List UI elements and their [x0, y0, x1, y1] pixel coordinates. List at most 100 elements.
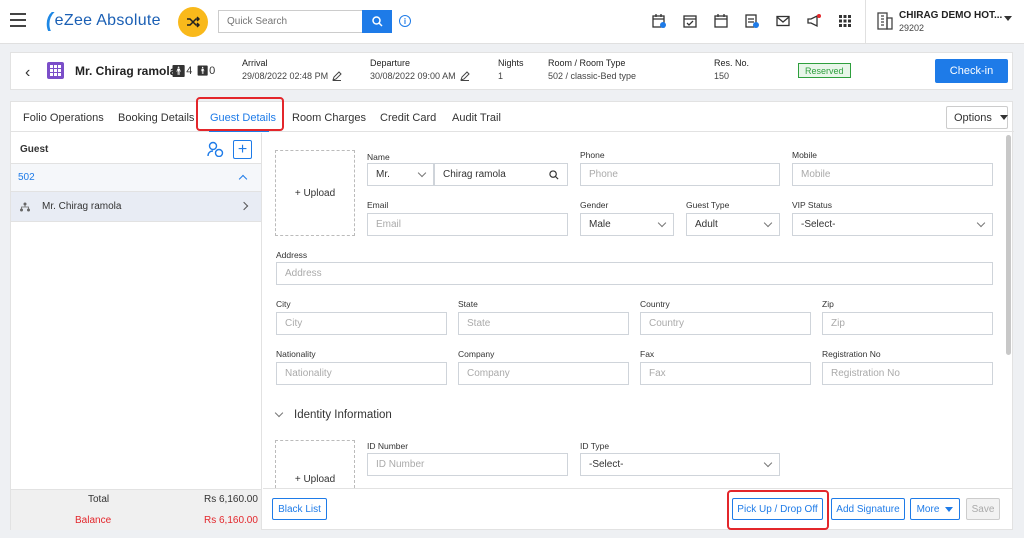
phone-input[interactable]: Phone — [580, 163, 780, 186]
email-input[interactable]: Email — [367, 213, 568, 236]
nationality-input[interactable]: Nationality — [276, 362, 447, 385]
arrival-datetime: 29/08/2022 02:48 PM — [242, 71, 329, 81]
fax-input[interactable]: Fax — [640, 362, 811, 385]
search-icon[interactable] — [549, 169, 559, 180]
app-logo[interactable]: ( eZee Absolute — [46, 10, 161, 32]
id-number-label: ID Number — [367, 441, 409, 451]
switch-property-button[interactable] — [178, 7, 208, 37]
invoice-icon[interactable] — [743, 12, 761, 30]
add-signature-button[interactable]: Add Signature — [831, 498, 905, 520]
id-photo-upload[interactable]: + Upload — [275, 440, 355, 488]
company-label: Company — [458, 349, 495, 359]
total-label: Total — [88, 494, 110, 505]
tab-booking-details[interactable]: Booking Details — [118, 112, 194, 124]
tab-bar: Folio Operations Booking Details Guest D… — [11, 97, 1014, 132]
check-in-button[interactable]: Check-in — [935, 59, 1008, 83]
hotel-name[interactable]: CHIRAG DEMO HOT... — [899, 10, 1002, 21]
state-input[interactable]: State — [458, 312, 629, 335]
calendar-icon[interactable] — [712, 12, 730, 30]
vip-status-select[interactable]: -Select- — [792, 213, 993, 236]
country-input[interactable]: Country — [640, 312, 811, 335]
tab-folio-operations[interactable]: Folio Operations — [23, 112, 104, 124]
reservation-summary-bar: ‹ Mr. Chirag ramola 🚹︎ 4 🚹︎ 0 Arrival 29… — [10, 52, 1013, 90]
quick-search-input[interactable] — [218, 10, 362, 33]
balance-label: Balance — [75, 515, 112, 526]
company-input[interactable]: Company — [458, 362, 629, 385]
chevron-down-icon — [417, 168, 427, 178]
vip-status-label: VIP Status — [792, 200, 833, 210]
registration-no-input[interactable]: Registration No — [822, 362, 993, 385]
mobile-input[interactable]: Mobile — [792, 163, 993, 186]
name-input[interactable]: Chirag ramola — [434, 163, 568, 186]
calendar-check-icon[interactable] — [650, 12, 668, 30]
phone-label: Phone — [580, 150, 605, 160]
identity-section-title: Identity Information — [294, 409, 392, 421]
more-button[interactable]: More — [910, 498, 960, 520]
guest-photo-upload[interactable]: + Upload — [275, 150, 355, 236]
tab-audit-trail[interactable]: Audit Trail — [452, 112, 501, 124]
gender-select[interactable]: Male — [580, 213, 674, 236]
edit-icon[interactable] — [459, 71, 470, 81]
chevron-down-icon[interactable] — [1004, 16, 1012, 21]
back-arrow-icon[interactable]: ‹ — [25, 64, 30, 82]
arrival-label: Arrival — [242, 58, 268, 68]
tab-room-charges[interactable]: Room Charges — [292, 112, 366, 124]
gender-value: Male — [589, 219, 611, 230]
more-label: More — [916, 503, 940, 515]
email-label: Email — [367, 200, 389, 210]
top-navbar: ( eZee Absolute i CHIRAG DEMO HOT... 292… — [0, 0, 1024, 44]
add-guest-button[interactable]: + — [233, 140, 252, 159]
room-group-header[interactable]: 502 — [11, 164, 261, 192]
vip-status-value: -Select- — [801, 219, 836, 230]
chevron-up-icon[interactable] — [238, 174, 248, 184]
info-icon[interactable]: i — [399, 15, 411, 27]
guest-type-select[interactable]: Adult — [686, 213, 780, 236]
id-number-input[interactable]: ID Number — [367, 453, 568, 476]
fax-label: Fax — [640, 349, 655, 359]
chevron-right-icon — [239, 201, 249, 211]
menu-icon[interactable] — [10, 13, 26, 27]
save-button[interactable]: Save — [966, 498, 1000, 520]
guest-list-item[interactable]: Mr. Chirag ramola — [11, 192, 261, 222]
name-value: Chirag ramola — [443, 169, 506, 180]
mail-icon[interactable] — [774, 12, 792, 30]
megaphone-icon[interactable] — [805, 12, 823, 30]
folio-totals: Total Rs 6,160.00 Balance Rs 6,160.00 — [11, 489, 262, 530]
address-input[interactable]: Address — [276, 262, 993, 285]
city-input[interactable]: City — [276, 312, 447, 335]
blacklist-button[interactable]: Black List — [272, 498, 327, 520]
logo-mark-icon: ( — [46, 9, 53, 32]
registration-no-label: Registration No — [822, 349, 881, 359]
room-type-label: Room / Room Type — [548, 58, 626, 68]
guest-name: Mr. Chirag ramola — [42, 201, 122, 212]
salutation-select[interactable]: Mr. — [367, 163, 434, 186]
id-type-select[interactable]: -Select- — [580, 453, 780, 476]
chevron-down-icon — [976, 218, 986, 228]
edit-icon[interactable] — [332, 71, 342, 81]
guest-type-value: Adult — [695, 219, 718, 230]
departure-value[interactable]: 30/08/2022 09:00 AM — [370, 71, 470, 81]
city-label: City — [276, 299, 291, 309]
id-type-label: ID Type — [580, 441, 610, 451]
nights-label: Nights — [498, 58, 524, 68]
caret-down-icon — [999, 115, 1008, 120]
options-dropdown[interactable]: Options — [946, 106, 1008, 129]
add-person-icon[interactable] — [207, 141, 225, 157]
chevron-down-icon — [763, 458, 773, 468]
nights-value: 1 — [498, 71, 504, 81]
tab-credit-card[interactable]: Credit Card — [380, 112, 436, 124]
apps-grid-icon[interactable] — [836, 12, 854, 30]
guest-list-header: Guest + — [11, 133, 261, 164]
caret-down-icon — [945, 506, 954, 512]
app-name: eZee Absolute — [54, 12, 161, 29]
pickup-dropoff-button[interactable]: Pick Up / Drop Off — [732, 498, 823, 520]
search-button[interactable] — [362, 10, 392, 33]
pax-count: 🚹︎ 4 🚹︎ 0 — [171, 64, 215, 78]
balance-value: Rs 6,160.00 — [204, 515, 258, 526]
zip-input[interactable]: Zip — [822, 312, 993, 335]
status-badge: Reserved — [798, 63, 851, 78]
form-scrollbar[interactable] — [1006, 135, 1011, 355]
arrival-value[interactable]: 29/08/2022 02:48 PM — [242, 71, 342, 81]
identity-section-header[interactable]: Identity Information — [274, 408, 392, 421]
ledger-icon[interactable] — [681, 12, 699, 30]
